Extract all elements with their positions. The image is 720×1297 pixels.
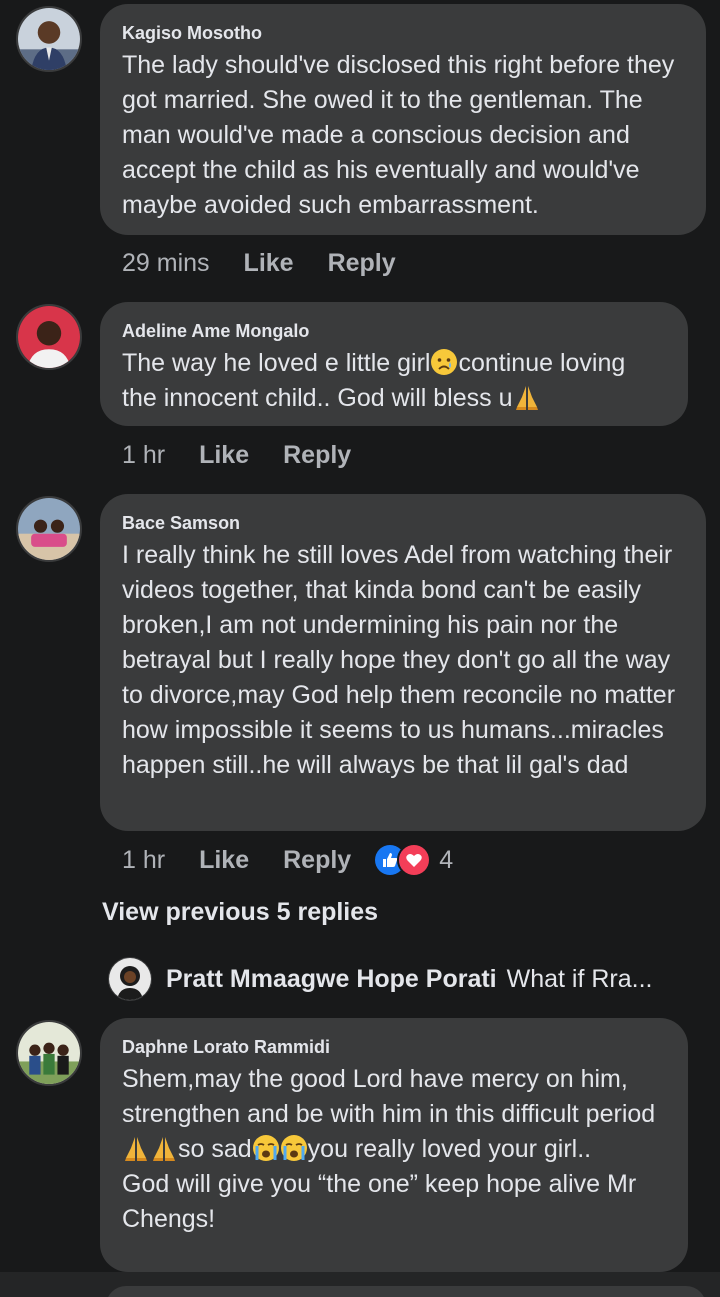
comment-composer-input[interactable]: [106, 1286, 706, 1297]
praying-hands-emoji: [513, 383, 541, 411]
comment-text-part: The way he loved e little girl: [122, 349, 431, 377]
comment-actions: 29 mins Like Reply: [122, 245, 396, 281]
profile-photo-icon: [18, 8, 80, 70]
reply-text: What if Rra...: [506, 964, 653, 993]
comment-author[interactable]: Adeline Ame Mongalo: [122, 320, 666, 342]
profile-photo-icon: [109, 958, 151, 1000]
comment-bubble-bace: Bace Samson I really think he still love…: [100, 494, 706, 831]
comment-author[interactable]: Daphne Lorato Rammidi: [122, 1036, 666, 1058]
profile-photo-icon: [18, 1022, 80, 1084]
reply-button[interactable]: Reply: [328, 249, 396, 278]
sad-face-emoji: [430, 348, 458, 376]
reaction-count: 4: [439, 845, 454, 874]
comment-timestamp[interactable]: 1 hr: [122, 441, 165, 470]
avatar-kagiso[interactable]: [16, 6, 82, 72]
reactions-summary[interactable]: 4: [373, 843, 453, 877]
profile-photo-icon: [18, 306, 80, 368]
comment-actions: 1 hr Like Reply 4: [122, 842, 453, 878]
avatar-daphne[interactable]: [16, 1020, 82, 1086]
avatar-adeline[interactable]: [16, 304, 82, 370]
comment-text-part: God will give you “the one” keep hope al…: [122, 1170, 637, 1233]
comment-bubble-kagiso: Kagiso Mosotho The lady should've disclo…: [100, 4, 706, 235]
comment-bubble-adeline: Adeline Ame Mongalo The way he loved e l…: [100, 302, 688, 426]
comment-author[interactable]: Bace Samson: [122, 512, 684, 534]
comment-timestamp[interactable]: 1 hr: [122, 846, 165, 875]
view-previous-replies-link[interactable]: View previous 5 replies: [102, 898, 378, 927]
comment-timestamp[interactable]: 29 mins: [122, 249, 210, 278]
reply-author[interactable]: Pratt Mmaagwe Hope Porati: [166, 965, 497, 994]
comment-bubble-daphne: Daphne Lorato Rammidi Shem,may the good …: [100, 1018, 688, 1272]
like-button[interactable]: Like: [199, 441, 249, 470]
avatar-pratt[interactable]: [108, 957, 152, 1001]
reply-button[interactable]: Reply: [283, 441, 351, 470]
profile-photo-icon: [18, 498, 80, 560]
comment-author[interactable]: Kagiso Mosotho: [122, 22, 684, 44]
comment-text-part: Shem,may the good Lord have mercy on him…: [122, 1065, 656, 1128]
comment-text: The lady should've disclosed this right …: [122, 51, 675, 219]
comment-text-part: you really loved your girl..: [307, 1135, 592, 1163]
love-reaction-icon: [397, 843, 432, 877]
praying-hands-emoji: [150, 1134, 178, 1162]
comment-actions: 1 hr Like Reply: [122, 437, 351, 473]
like-button[interactable]: Like: [199, 846, 249, 875]
crying-face-emoji: [252, 1134, 280, 1162]
comment-text-part: so sad: [178, 1135, 252, 1163]
reply-preview[interactable]: Pratt Mmaagwe Hope Porati What if Rra...: [108, 956, 708, 1002]
crying-face-emoji: [280, 1134, 308, 1162]
comment-text: The way he loved e little girl continue l…: [122, 346, 666, 416]
avatar-bace[interactable]: [16, 496, 82, 562]
comment-text: Shem,may the good Lord have mercy on him…: [122, 1062, 666, 1237]
comment-text: I really think he still loves Adel from …: [122, 541, 676, 779]
reply-button[interactable]: Reply: [283, 846, 351, 875]
praying-hands-emoji: [122, 1134, 150, 1162]
comments-page: Kagiso Mosotho The lady should've disclo…: [0, 0, 720, 1297]
like-button[interactable]: Like: [244, 249, 294, 278]
